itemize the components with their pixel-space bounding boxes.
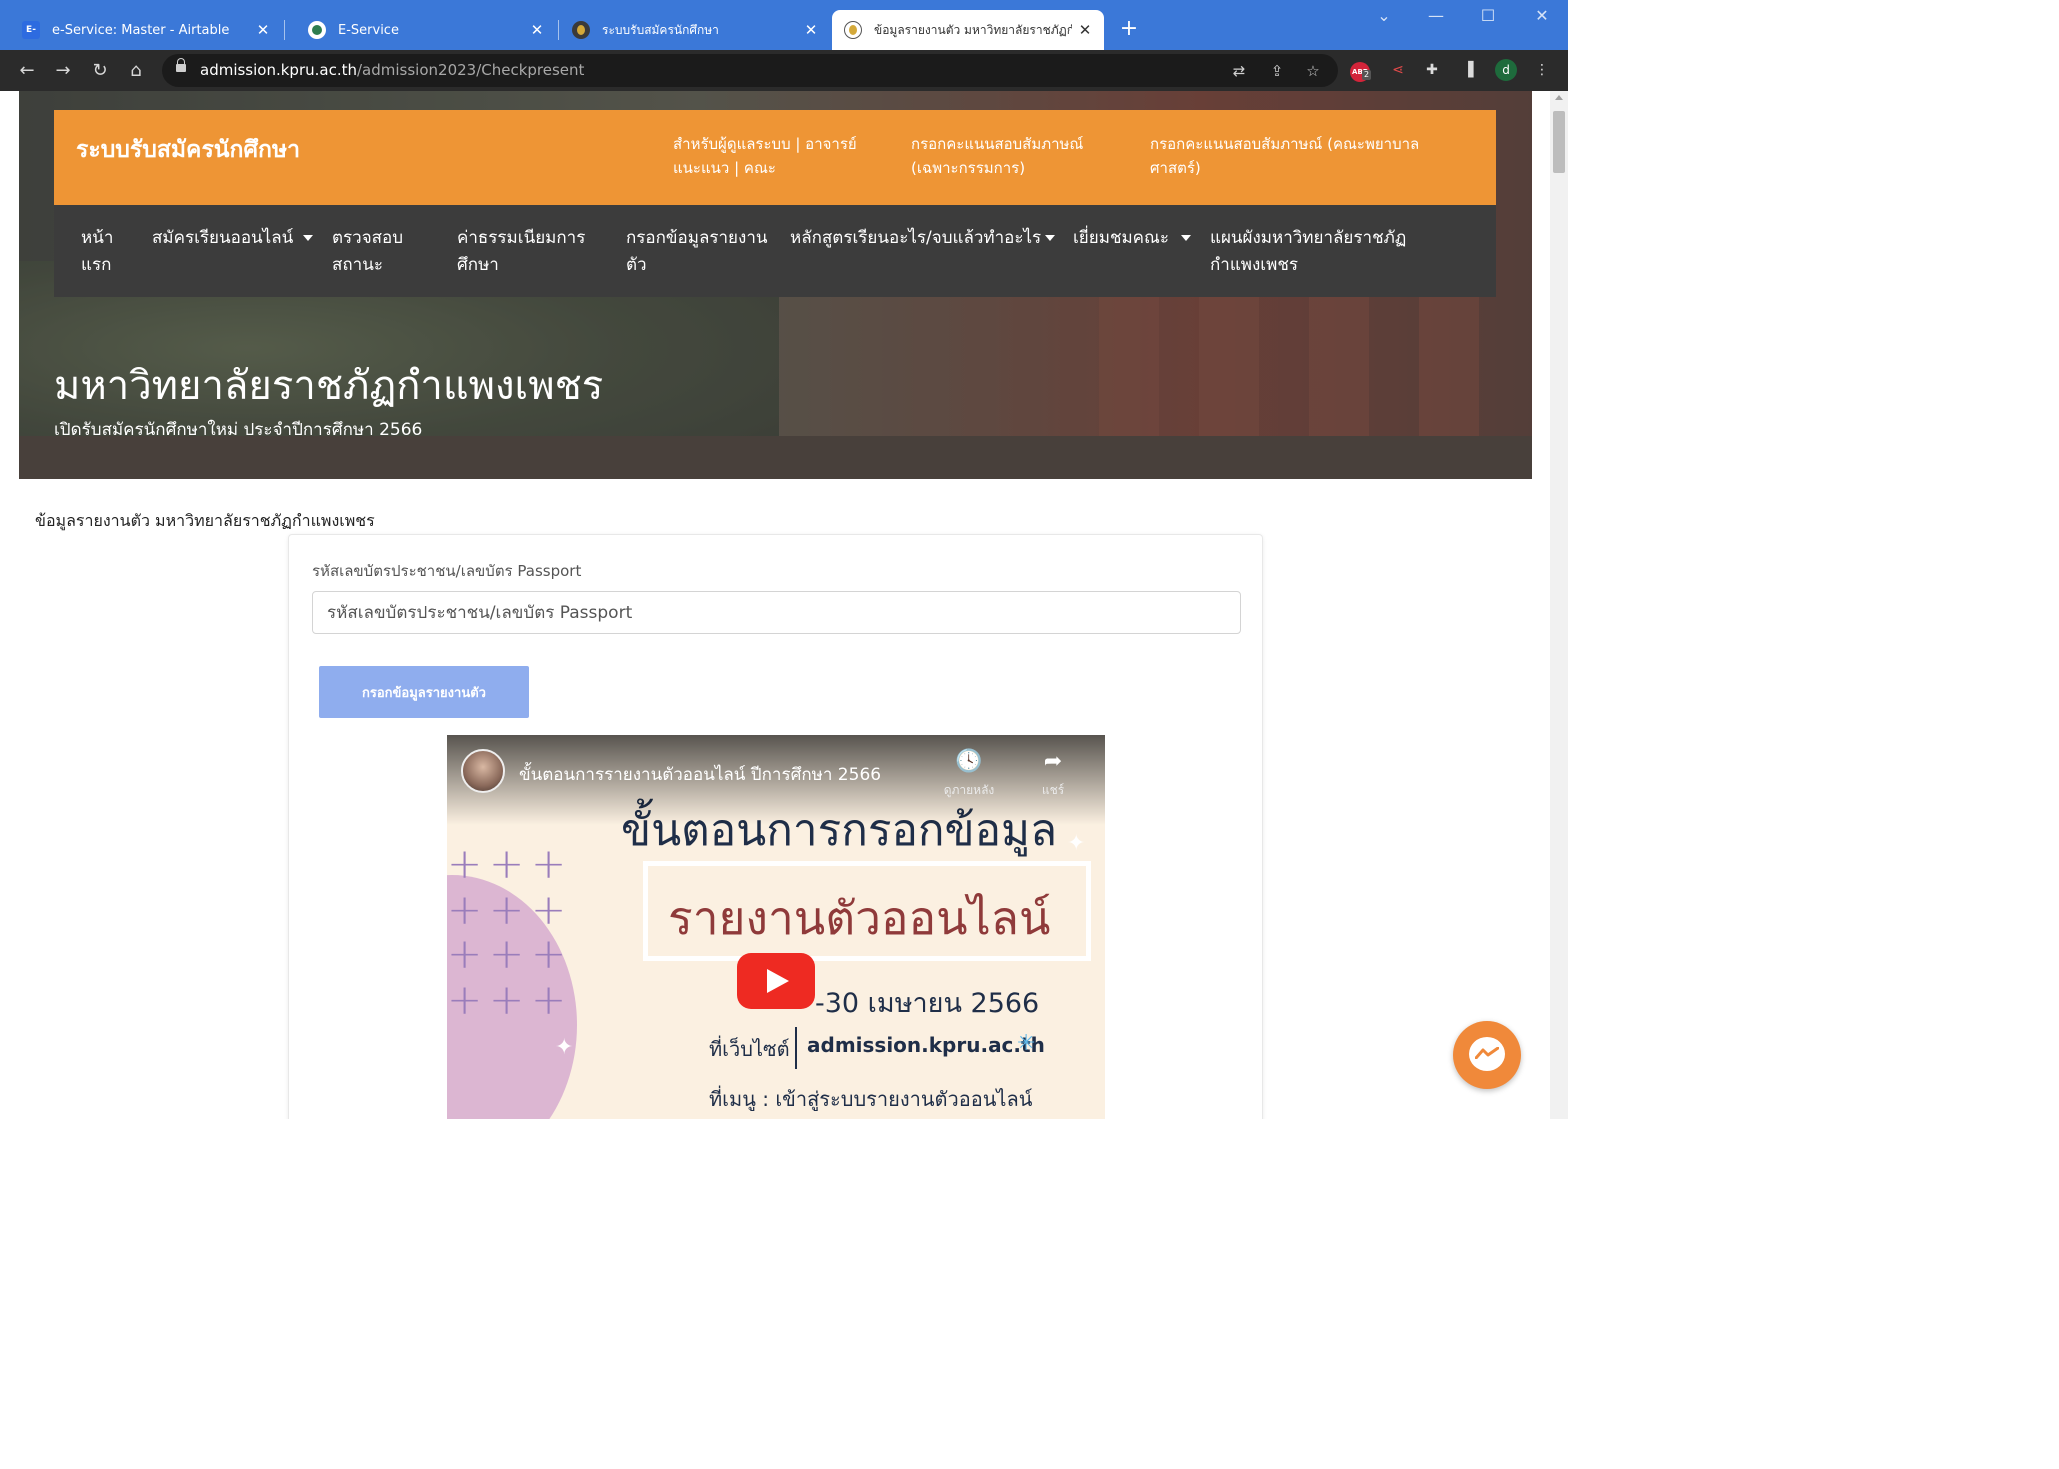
tab-title: e-Service: Master - Airtable bbox=[52, 22, 230, 38]
browser-tab-eservice[interactable]: E-Service ✕ bbox=[286, 10, 556, 50]
sparkle-icon: ✦ bbox=[555, 1035, 574, 1060]
hero-subtitle: เปิดรับสมัครนักศึกษาใหม่ ประจำปีการศึกษา… bbox=[54, 420, 423, 440]
youtube-video-embed[interactable]: + + + + + + + + + + + + ขั้นตอนการกรอกข้อมูล ราย… bbox=[447, 735, 1105, 1119]
kpru-favicon-icon bbox=[572, 21, 590, 39]
site-topbar: ระบบรับสมัครนักศึกษา สำหรับผู้ดูแลระบบ |… bbox=[54, 110, 1496, 205]
url-path: /admission2023/Checkpresent bbox=[357, 61, 585, 79]
sparkle-icon: ✦ bbox=[1067, 831, 1086, 856]
side-panel-icon[interactable]: ▐ bbox=[1456, 58, 1480, 82]
video-menu-text: ที่เมนู : เข้าสู่ระบบรายงานตัวออนไลน์ bbox=[709, 1087, 1033, 1111]
video-boxed-text: รายงานตัวออนไลน์ bbox=[668, 891, 1051, 945]
nav-apply-online[interactable]: สมัครเรียนออนไลน์ bbox=[152, 225, 293, 252]
nav-check-status[interactable]: ตรวจสอบสถานะ bbox=[332, 225, 422, 279]
reload-icon[interactable]: ↻ bbox=[87, 58, 113, 84]
video-site-text: admission.kpru.ac.th bbox=[807, 1033, 1045, 1057]
maximize-icon[interactable]: ☐ bbox=[1468, 6, 1508, 25]
video-title[interactable]: ขั้นตอนการรายงานตัวออนไลน์ ปีการศึกษา 25… bbox=[519, 761, 881, 788]
watch-later-label: ดูภายหลัง bbox=[943, 783, 995, 797]
chevron-down-icon[interactable] bbox=[303, 235, 313, 241]
site-brand[interactable]: ระบบรับสมัครนักศึกษา bbox=[76, 132, 300, 168]
browser-tabstrip: E- e-Service: Master - Airtable ✕ E-Serv… bbox=[0, 0, 1568, 50]
nav-report-info[interactable]: กรอกข้อมูลรายงานตัว bbox=[626, 225, 776, 279]
messenger-bolt-icon bbox=[1475, 1047, 1499, 1059]
close-icon[interactable]: ✕ bbox=[524, 21, 550, 39]
tab-title: ข้อมูลรายงานตัว มหาวิทยาลัยราชภัฏกำ bbox=[874, 22, 1072, 37]
profile-avatar[interactable]: d bbox=[1494, 58, 1518, 82]
airtable-favicon-icon: E- bbox=[22, 21, 40, 39]
close-icon[interactable]: ✕ bbox=[798, 21, 824, 39]
share-icon[interactable]: ⇪ bbox=[1266, 60, 1288, 82]
interview-score-committee-link[interactable]: กรอกคะแนนสอบสัมภาษณ์ (เฉพาะกรรมการ) bbox=[911, 132, 1111, 180]
nav-curriculum[interactable]: หลักสูตรเรียนอะไร/จบแล้วทำอะไร bbox=[790, 225, 1041, 252]
clock-icon: 🕓 bbox=[955, 749, 983, 774]
extensions-puzzle-icon[interactable]: ✚ bbox=[1420, 58, 1444, 82]
scroll-up-arrow-icon[interactable] bbox=[1555, 95, 1563, 100]
url-text[interactable]: admission.kpru.ac.th/admission2023/Check… bbox=[200, 61, 584, 79]
page-scrollbar[interactable] bbox=[1550, 91, 1568, 1119]
eservice-favicon-icon bbox=[308, 21, 326, 39]
tab-title: ระบบรับสมัครนักศึกษา bbox=[602, 22, 719, 37]
report-submit-button[interactable]: กรอกข้อมูลรายงานตัว bbox=[319, 666, 529, 718]
browser-toolbar: ← → ↻ ⌂ admission.kpru.ac.th/admission20… bbox=[0, 50, 1568, 91]
decorative-plus-grid: + + + + + + + + + + + + bbox=[447, 839, 567, 1024]
page-title: ข้อมูลรายงานตัว มหาวิทยาลัยราชภัฏกำแพงเพ… bbox=[35, 511, 375, 530]
share-label: แชร์ bbox=[1041, 783, 1065, 797]
report-form-card: รหัสเลขบัตรประชาชน/เลขบัตร Passport กรอก… bbox=[288, 534, 1263, 1119]
adblock-badge: 2 bbox=[1362, 70, 1372, 80]
id-field-label: รหัสเลขบัตรประชาชน/เลขบัตร Passport bbox=[312, 562, 582, 580]
sparkle-icon: ✳ bbox=[1017, 1031, 1036, 1056]
menu-kebab-icon[interactable]: ⋮ bbox=[1530, 58, 1554, 82]
video-boxed-frame: รายงานตัวออนไลน์ bbox=[643, 861, 1091, 961]
page-viewport: ระบบรับสมัครนักศึกษา สำหรับผู้ดูแลระบบ |… bbox=[0, 91, 1550, 1119]
nav-tuition-fees[interactable]: ค่าธรรมเนียมการศึกษา bbox=[457, 225, 597, 279]
messenger-chat-button[interactable] bbox=[1453, 1021, 1521, 1089]
admin-link[interactable]: สำหรับผู้ดูแลระบบ | อาจารย์แนะแนว | คณะ bbox=[673, 132, 873, 180]
translate-icon[interactable]: ⇄ bbox=[1228, 60, 1250, 82]
extension-icon[interactable]: ⋖ bbox=[1386, 58, 1410, 82]
forward-icon[interactable]: → bbox=[50, 58, 76, 84]
scrollbar-thumb[interactable] bbox=[1553, 111, 1565, 173]
share-arrow-icon: ➦ bbox=[1043, 749, 1063, 774]
video-site-prefix: ที่เว็บไซต์ bbox=[709, 1037, 790, 1061]
browser-tab-checkpresent[interactable]: ข้อมูลรายงานตัว มหาวิทยาลัยราชภัฏกำ ✕ bbox=[832, 10, 1104, 50]
main-navbar: หน้าแรก สมัครเรียนออนไลน์ ตรวจสอบสถานะ ค… bbox=[54, 205, 1496, 297]
profile-initial: d bbox=[1495, 59, 1517, 81]
back-icon[interactable]: ← bbox=[14, 58, 40, 84]
watch-later-button[interactable]: 🕓 ดูภายหลัง bbox=[939, 749, 999, 800]
browser-tab-admission[interactable]: ระบบรับสมัครนักศึกษา ✕ bbox=[558, 10, 830, 50]
channel-avatar[interactable] bbox=[461, 749, 505, 793]
bookmark-star-icon[interactable]: ☆ bbox=[1302, 60, 1324, 82]
home-icon[interactable]: ⌂ bbox=[123, 58, 149, 84]
url-host: admission.kpru.ac.th bbox=[200, 61, 357, 79]
adblock-extension-icon[interactable]: ABP 2 bbox=[1348, 58, 1372, 82]
chevron-down-icon[interactable] bbox=[1045, 235, 1055, 241]
window-close-icon[interactable]: ✕ bbox=[1522, 6, 1562, 25]
chevron-down-icon[interactable] bbox=[1181, 235, 1191, 241]
share-video-button[interactable]: ➦ แชร์ bbox=[1023, 749, 1083, 800]
video-divider bbox=[795, 1027, 797, 1069]
new-tab-button[interactable]: + bbox=[1116, 16, 1142, 42]
nav-home[interactable]: หน้าแรก bbox=[81, 225, 131, 279]
tab-separator bbox=[284, 20, 285, 40]
browser-tab-airtable[interactable]: E- e-Service: Master - Airtable ✕ bbox=[0, 10, 282, 50]
youtube-play-icon[interactable] bbox=[737, 953, 815, 1009]
hero-title: มหาวิทยาลัยราชภัฏกำแพงเพชร bbox=[54, 363, 604, 409]
lock-icon[interactable] bbox=[176, 58, 186, 72]
nav-campus-map[interactable]: แผนผังมหาวิทยาลัยราชภัฏกำแพงเพชร bbox=[1210, 225, 1450, 279]
tab-title: E-Service bbox=[338, 22, 399, 38]
nav-visit-faculty[interactable]: เยี่ยมชมคณะ bbox=[1073, 225, 1169, 252]
close-icon[interactable]: ✕ bbox=[1072, 21, 1098, 39]
interview-score-nursing-link[interactable]: กรอกคะแนนสอบสัมภาษณ์ (คณะพยาบาลศาสตร์) bbox=[1150, 132, 1450, 180]
kpru-favicon-icon bbox=[844, 21, 862, 39]
tab-search-icon[interactable]: ⌄ bbox=[1364, 6, 1404, 25]
minimize-icon[interactable]: — bbox=[1416, 6, 1456, 25]
close-icon[interactable]: ✕ bbox=[250, 21, 276, 39]
address-bar[interactable]: admission.kpru.ac.th/admission2023/Check… bbox=[162, 54, 1338, 87]
video-date-text: -30 เมษายน 2566 bbox=[815, 988, 1040, 1019]
id-number-input[interactable] bbox=[312, 591, 1241, 634]
